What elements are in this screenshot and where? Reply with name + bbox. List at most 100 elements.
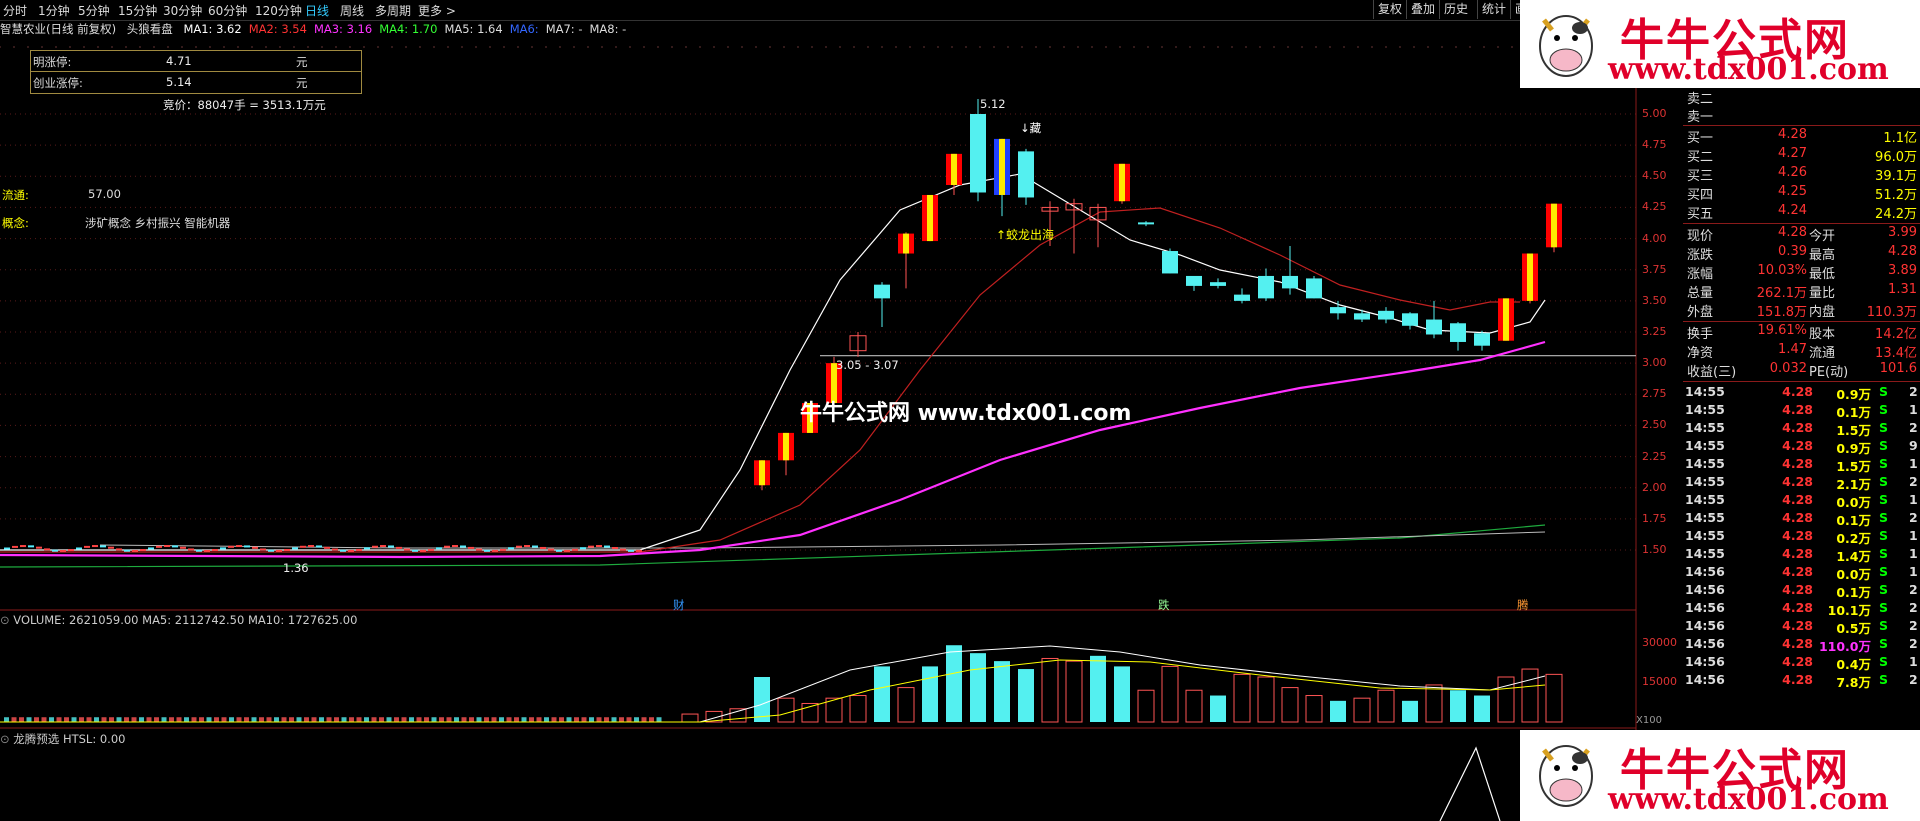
volume-bar [922,666,938,722]
trade-row: 14:55 4.28 1.4万 S 1 [1683,546,1920,564]
period-tab-8[interactable]: 周线 [340,2,364,19]
period-tab-7[interactable]: 日线 [305,2,329,19]
volume-legend-text: VOLUME: 2621059.00 MA5: 2112742.50 MA10:… [13,613,358,627]
trade-price: 4.28 [1782,456,1813,471]
base-candle [124,549,130,552]
volume-bar-small [259,717,264,722]
volume-bar [1065,660,1083,723]
trade-side: S [1879,420,1889,435]
period-tab-5[interactable]: 60分钟 [208,2,247,19]
period-tab-0[interactable]: 分时 [3,2,27,19]
base-candle [428,548,434,551]
period-tab-4[interactable]: 30分钟 [163,2,202,19]
volume-bar-small [559,717,564,722]
period-tab-3[interactable]: 15分钟 [118,2,157,19]
volume-bar-small [461,717,467,722]
base-candle [12,545,18,548]
volume-bar-small [94,717,99,722]
ma-legend-item: MA4: 1.70 [379,22,438,36]
trade-row: 14:56 4.28 7.8万 S 2 [1683,672,1920,690]
ma-legend-item: MA8: - [589,22,627,36]
period-tab-9[interactable]: 多周期 [375,2,411,19]
candle-core [999,138,1005,195]
volume-bar-small [109,717,114,722]
stat-value: 13.4亿 [1875,346,1917,361]
panel-divider [1683,381,1920,382]
buy-price: 4.27 [1778,146,1807,161]
stat-value: 1.31 [1888,282,1917,297]
volume-bar-small [101,717,107,722]
volume-bar-small [484,717,489,722]
volume-bar-small [536,717,542,722]
trade-row: 14:56 4.28 0.5万 S 2 [1683,618,1920,636]
indicator-name[interactable]: 头狼看盘 [127,22,173,36]
toolbar-button-1[interactable]: 叠加 [1406,0,1439,19]
volume-bar [1185,689,1203,723]
trade-price: 4.28 [1782,510,1813,525]
base-candle [116,548,122,551]
period-tab-6[interactable]: 120分钟 [255,2,302,19]
trade-volume: 1.4万 [1836,549,1871,564]
period-tab-2[interactable]: 5分钟 [78,2,110,19]
trade-time: 14:55 [1685,492,1725,507]
panel-divider [1683,223,1920,224]
base-candle [100,545,106,548]
buy-volume: 1.1亿 [1883,131,1917,146]
logo-top: 牛牛公式网 www.tdx001.com [1520,0,1920,88]
trade-time: 14:55 [1685,510,1725,525]
volume-bar-small [19,717,24,722]
volume-bar-small [656,717,662,722]
stat-label: 涨幅 [1687,267,1714,282]
period-tab-10[interactable]: 更多 > [418,2,456,19]
candle-body [1474,333,1490,346]
candle-body [1210,282,1226,286]
volume-bar-small [431,717,437,722]
candle-body [1018,151,1034,198]
volume-bar-small [364,717,369,722]
stat-row: 现价 4.28 今开 3.99 [1687,225,1920,244]
base-candle [460,545,466,548]
base-candle [396,546,402,549]
volume-tick: 15000 [1642,675,1677,689]
volume-ma5 [0,645,1546,723]
volume-bar-small [409,717,414,722]
trade-time: 14:56 [1685,600,1725,615]
volume-bar-small [341,717,347,722]
candle-core [927,194,933,242]
volume-bar-small [349,717,354,722]
stat-value: 10.03% [1757,263,1807,278]
candle-body [1426,319,1442,335]
volume-bar [1330,700,1346,722]
stat-row: 净资 1.47 流通 13.4亿 [1687,342,1920,361]
stat-label: 净资 [1687,346,1714,361]
kline-chart[interactable] [0,38,1683,821]
volume-bar-small [176,717,182,722]
base-candle [532,545,538,548]
base-candle [556,549,562,552]
buy-price: 4.26 [1778,165,1807,180]
candle-core [783,432,789,461]
base-candle [516,545,522,548]
base-candle [236,545,242,548]
stat-label: 最高 [1809,248,1836,263]
price-tick: 3.25 [1642,325,1667,338]
trade-volume: 1.5万 [1836,459,1871,474]
base-candle [52,549,58,552]
buy-label: 买二 [1687,150,1714,165]
base-candle [436,547,442,550]
volume-bar-small [274,717,279,722]
trade-side: S [1879,474,1889,489]
trade-price: 4.28 [1782,528,1813,543]
base-candle [68,549,74,552]
toolbar-button-0[interactable]: 复权 [1373,0,1406,19]
period-tab-1[interactable]: 1分钟 [38,2,70,19]
trade-price: 4.28 [1782,420,1813,435]
trade-price: 4.28 [1782,636,1813,651]
toolbar-button-2[interactable]: 历史 [1439,0,1472,19]
toolbar-button-3[interactable]: 统计 [1477,0,1510,19]
volume-bar [1041,657,1059,723]
volume-bar [994,661,1010,722]
ma-legend-item: MA6: [509,22,539,36]
volume-bar-small [34,717,39,722]
volume-bar-small [169,717,174,722]
